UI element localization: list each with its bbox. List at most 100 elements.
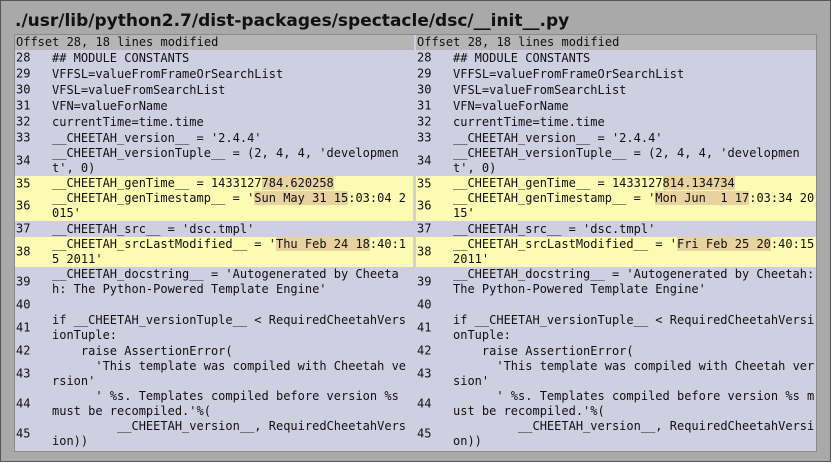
diff-window: ./usr/lib/python2.7/dist-packages/specta… xyxy=(0,0,831,462)
changed-text-highlight: 814.134734 xyxy=(662,176,735,190)
line-code: VFSL=valueFromSearchList xyxy=(453,83,627,97)
line-code: __CHEETAH_docstring__ = 'Autogenerated b… xyxy=(453,267,815,296)
diff-line: 43 'This template was compiled with Chee… xyxy=(416,359,816,389)
line-code: if __CHEETAH_versionTuple__ < RequiredCh… xyxy=(52,313,407,342)
right-offset-header: Offset 28, 18 lines modified xyxy=(416,35,816,50)
diff-line: 44 ' %s. Templates compiled before versi… xyxy=(416,389,816,419)
line-number: 34 xyxy=(16,153,31,168)
line-code: VFN=valueForName xyxy=(453,99,569,113)
line-code-unchanged: __CHEETAH_genTime__ = 1433127 xyxy=(453,176,663,190)
line-code-unchanged: __CHEETAH_srcLastModified__ = ' xyxy=(453,237,677,251)
line-code: raise AssertionError( xyxy=(52,344,233,358)
line-code: __CHEETAH_genTime__ = 1433127784.620258 xyxy=(52,176,413,191)
line-code: __CHEETAH_versionTuple__ = (2, 4, 4, 'de… xyxy=(453,146,800,175)
line-code: ## MODULE CONSTANTS xyxy=(453,51,591,65)
diff-line: 42 raise AssertionError( xyxy=(15,343,413,359)
diff-line: 38 __CHEETAH_srcLastModified__ = 'Fri Feb… xyxy=(416,237,816,267)
line-code: ' %s. Templates compiled before version … xyxy=(52,389,407,418)
line-number: 43 xyxy=(417,366,432,381)
line-code: __CHEETAH_versionTuple__ = (2, 4, 4, 'de… xyxy=(52,146,399,175)
line-number: 30 xyxy=(16,82,31,97)
diff-line: 31 VFN=valueForName xyxy=(416,98,816,114)
diff-line: 31 VFN=valueForName xyxy=(15,98,413,114)
diff-panel[interactable]: Offset 28, 18 lines modified Offset 28, … xyxy=(14,34,817,452)
line-code-unchanged: __CHEETAH_genTimestamp__ = ' xyxy=(52,191,255,205)
line-code: __CHEETAH_genTime__ = 1433127814.134734 xyxy=(453,176,816,191)
line-number: 37 xyxy=(16,221,31,236)
line-number: 29 xyxy=(417,66,432,81)
line-code-unchanged: __CHEETAH_srcLastModified__ = ' xyxy=(52,237,276,251)
diff-line: 34 __CHEETAH_versionTuple__ = (2, 4, 4, '… xyxy=(15,146,413,176)
diff-line: 36 __CHEETAH_genTimestamp__ = 'Mon Jun 1 … xyxy=(416,191,816,221)
diff-line: 35 __CHEETAH_genTime__ = 1433127814.13473… xyxy=(416,176,816,191)
line-number: 32 xyxy=(417,114,432,129)
left-offset-header: Offset 28, 18 lines modified xyxy=(15,35,414,50)
line-number: 33 xyxy=(16,130,31,145)
line-number: 39 xyxy=(16,274,31,289)
diff-line: 32 currentTime=time.time xyxy=(416,114,816,130)
line-number: 40 xyxy=(417,297,432,312)
line-code: __CHEETAH_src__ = 'dsc.tmpl' xyxy=(453,222,656,236)
diff-line: 34 __CHEETAH_versionTuple__ = (2, 4, 4, '… xyxy=(416,146,816,176)
changed-text-highlight: Thu Feb 24 18 xyxy=(275,237,370,251)
diff-line: 38 __CHEETAH_srcLastModified__ = 'Thu Feb… xyxy=(15,237,413,267)
line-number: 41 xyxy=(417,320,432,335)
diff-line: 44 ' %s. Templates compiled before versi… xyxy=(15,389,413,419)
line-code: __CHEETAH_genTimestamp__ = 'Sun May 31 1… xyxy=(52,191,413,221)
line-number: 41 xyxy=(16,320,31,335)
line-number: 35 xyxy=(417,176,432,190)
line-number: 35 xyxy=(16,176,31,190)
line-number: 36 xyxy=(417,198,432,213)
diff-line: 28 ## MODULE CONSTANTS xyxy=(15,50,413,66)
line-number: 34 xyxy=(417,153,432,168)
line-number: 39 xyxy=(417,274,432,289)
line-number: 40 xyxy=(16,297,31,312)
line-code: VFFSL=valueFromFrameOrSearchList xyxy=(453,67,685,81)
diff-line: 30 VFSL=valueFromSearchList xyxy=(416,82,816,98)
line-code: __CHEETAH_src__ = 'dsc.tmpl' xyxy=(52,222,255,236)
diff-line: 41 if __CHEETAH_versionTuple__ < Required… xyxy=(416,313,816,343)
line-number: 44 xyxy=(417,396,432,411)
line-code: __CHEETAH_version__ = '2.4.4' xyxy=(453,131,663,145)
diff-line: 36 __CHEETAH_genTimestamp__ = 'Sun May 31… xyxy=(15,191,413,221)
line-code: 'This template was compiled with Cheetah… xyxy=(52,359,407,388)
line-number: 31 xyxy=(16,98,31,113)
line-code: __CHEETAH_docstring__ = 'Autogenerated b… xyxy=(52,267,399,296)
line-code: __CHEETAH_version__, RequiredCheetahVers… xyxy=(453,419,815,448)
diff-line: 42 raise AssertionError( xyxy=(416,343,816,359)
line-number: 31 xyxy=(417,98,432,113)
line-number: 30 xyxy=(417,82,432,97)
diff-line: 39 __CHEETAH_docstring__ = 'Autogenerated… xyxy=(416,267,816,297)
diff-line: 37 __CHEETAH_src__ = 'dsc.tmpl' xyxy=(15,221,413,237)
line-number: 37 xyxy=(417,221,432,236)
line-code: VFFSL=valueFromFrameOrSearchList xyxy=(52,67,284,81)
diff-line: 43 'This template was compiled with Chee… xyxy=(15,359,413,389)
diff-line: 32 currentTime=time.time xyxy=(15,114,413,130)
changed-text-highlight: Sun May 31 15 xyxy=(254,191,349,205)
line-number: 33 xyxy=(417,130,432,145)
diff-line: 33 __CHEETAH_version__ = '2.4.4' xyxy=(15,130,413,146)
line-code-unchanged: __CHEETAH_genTimestamp__ = ' xyxy=(453,191,656,205)
line-code: __CHEETAH_srcLastModified__ = 'Thu Feb 2… xyxy=(52,237,413,267)
file-path-title: ./usr/lib/python2.7/dist-packages/specta… xyxy=(15,11,570,31)
diff-line: 28 ## MODULE CONSTANTS xyxy=(416,50,816,66)
line-code: raise AssertionError( xyxy=(453,344,634,358)
diff-line: 39 __CHEETAH_docstring__ = 'Autogenerated… xyxy=(15,267,413,297)
line-code: VFN=valueForName xyxy=(52,99,168,113)
line-number: 38 xyxy=(16,244,31,259)
diff-line: 45 __CHEETAH_version__, RequiredCheetahV… xyxy=(416,419,816,449)
line-code: __CHEETAH_version__, RequiredCheetahVers… xyxy=(52,419,407,448)
line-code: __CHEETAH_srcLastModified__ = 'Fri Feb 2… xyxy=(453,237,816,267)
diff-line: 40 xyxy=(416,297,816,313)
line-code: ## MODULE CONSTANTS xyxy=(52,51,190,65)
line-code-unchanged: __CHEETAH_genTime__ = 1433127 xyxy=(52,176,262,190)
line-number: 45 xyxy=(417,426,432,441)
line-code: currentTime=time.time xyxy=(52,115,204,129)
line-number: 45 xyxy=(16,426,31,441)
changed-text-highlight: Fri Feb 25 20 xyxy=(676,237,771,251)
line-number: 32 xyxy=(16,114,31,129)
line-number: 42 xyxy=(16,343,31,358)
line-code: if __CHEETAH_versionTuple__ < RequiredCh… xyxy=(453,313,815,342)
diff-line: 41 if __CHEETAH_versionTuple__ < Required… xyxy=(15,313,413,343)
diff-line: 30 VFSL=valueFromSearchList xyxy=(15,82,413,98)
